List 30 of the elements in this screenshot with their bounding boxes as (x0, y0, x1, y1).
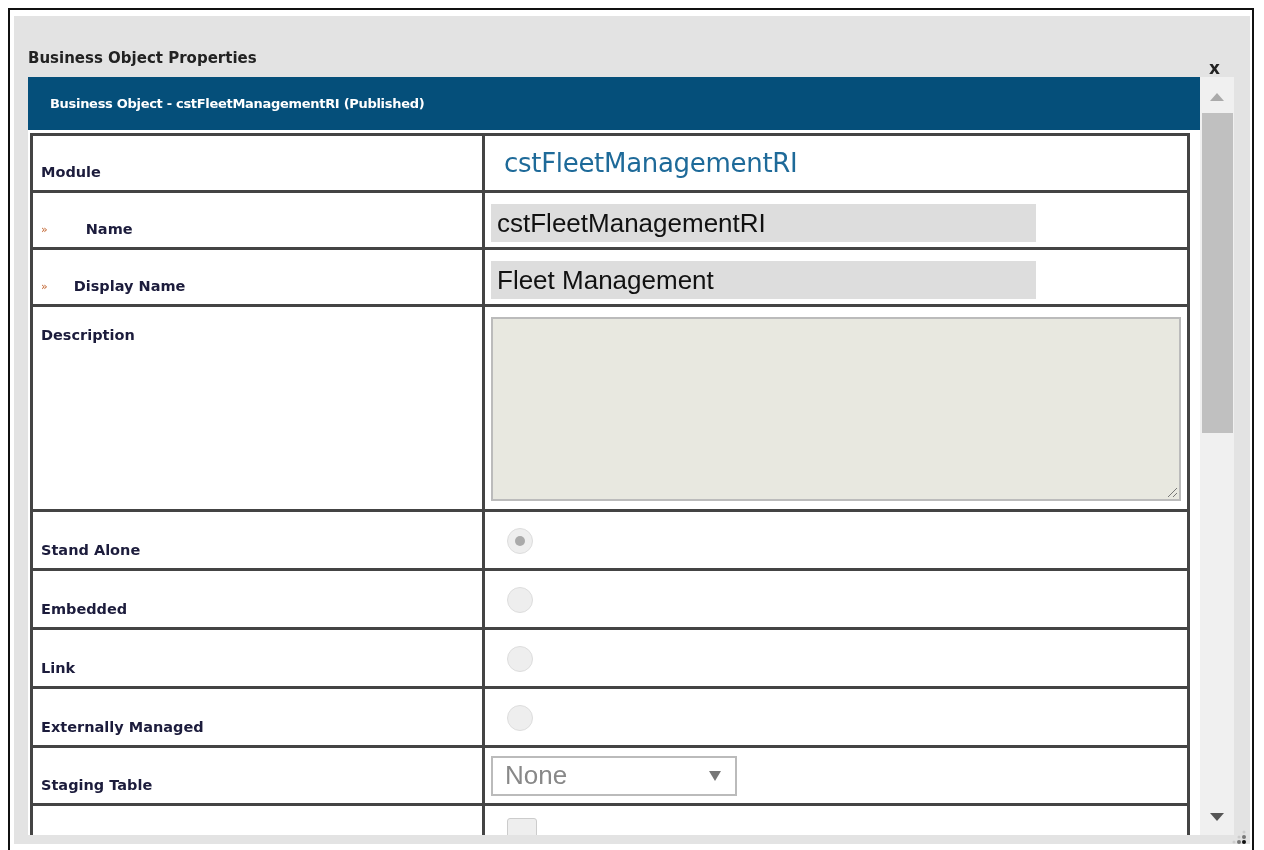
panel-header: Business Object - cstFleetManagementRI (Published) (28, 77, 1200, 130)
field-label: Externally Managed (41, 719, 204, 735)
scroll-up-icon[interactable] (1210, 93, 1224, 101)
resize-grip-icon[interactable] (1232, 830, 1246, 844)
scrollbar[interactable] (1200, 77, 1234, 835)
scroll-down-icon[interactable] (1210, 813, 1224, 821)
field-label: Stand Alone (41, 542, 141, 558)
input-field[interactable]: Fleet Management (491, 261, 1036, 299)
field-label: Module (41, 164, 101, 180)
required-marker: » (41, 223, 48, 236)
checkbox[interactable] (507, 818, 537, 835)
module-value: cstFleetManagementRI (504, 148, 798, 178)
staging-table-dropdown[interactable]: None (491, 755, 737, 796)
dropdown-caret-icon (709, 770, 721, 781)
field-label: Name (85, 221, 133, 237)
field-label: Staging Table (41, 777, 153, 793)
close-button[interactable]: x (1209, 60, 1220, 77)
required-marker: » (41, 280, 48, 293)
field-label: Display Name (73, 278, 186, 294)
field-label: Description (41, 327, 135, 343)
field-label: Link (41, 660, 76, 676)
radio-button[interactable] (507, 528, 533, 554)
dialog-title: Business Object Properties (28, 49, 257, 67)
input-field[interactable]: cstFleetManagementRI (491, 204, 1036, 242)
radio-button[interactable] (507, 646, 533, 672)
scrollbar-thumb[interactable] (1201, 113, 1233, 433)
radio-button[interactable] (507, 587, 533, 613)
field-label: Embedded (41, 601, 128, 617)
resize-handle-icon[interactable] (1167, 487, 1177, 497)
radio-button[interactable] (507, 705, 533, 731)
